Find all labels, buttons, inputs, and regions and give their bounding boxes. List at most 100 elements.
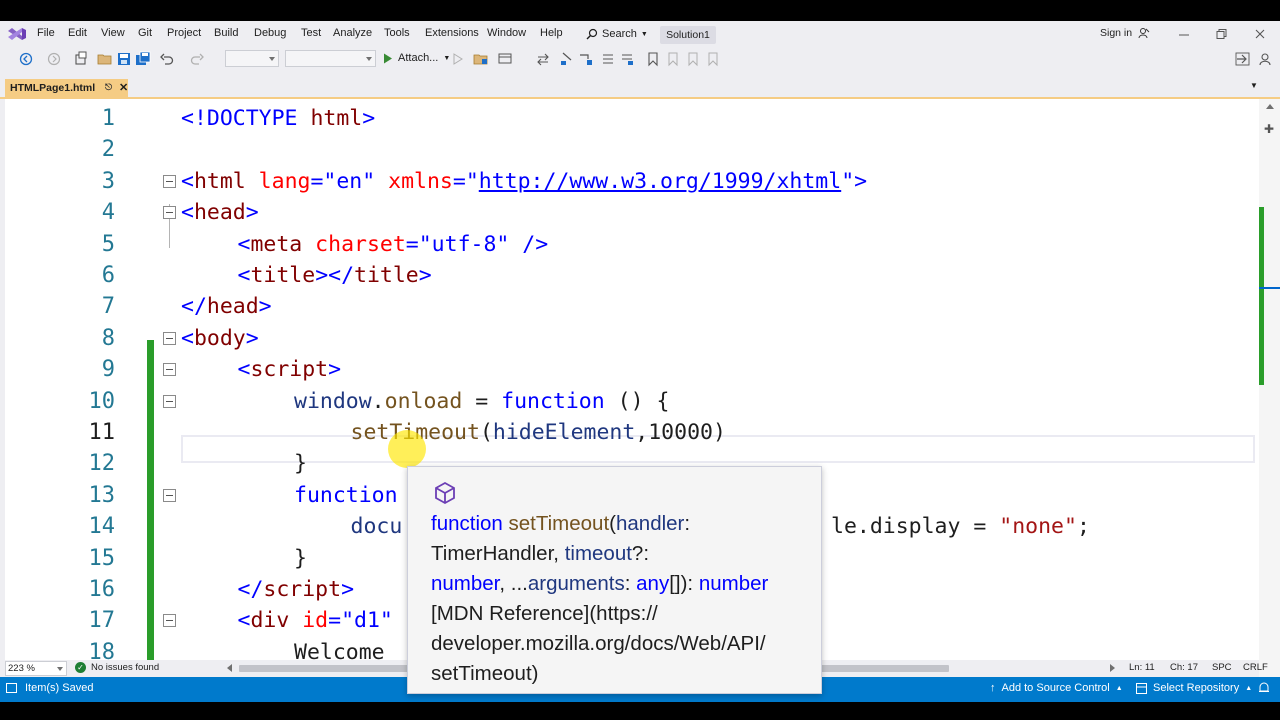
minimize-icon[interactable] <box>1177 27 1191 41</box>
line-number: 7 <box>101 294 115 320</box>
code-line[interactable]: 1 <!DOCTYPE html> <box>5 103 1259 134</box>
menu-help[interactable]: Help <box>540 27 563 39</box>
line-number: 3 <box>101 168 115 194</box>
code-token: < <box>237 357 251 383</box>
solution-platform-dropdown[interactable] <box>285 50 376 67</box>
vertical-scrollbar[interactable]: ✚ <box>1259 99 1280 681</box>
line-ending-indicator[interactable]: CRLF <box>1243 662 1268 673</box>
scroll-left-icon[interactable] <box>227 664 232 672</box>
browse-folder-icon[interactable] <box>473 51 489 67</box>
add-to-source-control-button[interactable]: ↑ Add to Source Control ▲ <box>990 682 1123 694</box>
collapse-region-icon[interactable] <box>163 206 176 220</box>
code-text: } <box>294 448 307 479</box>
spacing-indicator[interactable]: SPC <box>1212 662 1232 673</box>
line-number: 12 <box>88 451 116 477</box>
code-line[interactable]: 6 <title></title> <box>5 260 1259 291</box>
code-token: ></ <box>315 263 355 288</box>
solution-configuration-dropdown[interactable] <box>225 50 279 67</box>
code-line[interactable]: 7 </head> <box>5 291 1259 322</box>
menu-debug[interactable]: Debug <box>254 27 286 39</box>
collapse-region-icon[interactable] <box>163 174 176 188</box>
char-indicator[interactable]: Ch: 17 <box>1170 662 1198 673</box>
step-over-icon[interactable] <box>578 51 594 67</box>
code-token: () { <box>604 388 670 414</box>
redo-icon[interactable] <box>189 51 205 67</box>
save-icon[interactable] <box>116 51 132 67</box>
code-token: "> <box>841 168 868 194</box>
line-number: 6 <box>101 263 115 288</box>
live-share-icon[interactable] <box>1235 51 1251 67</box>
menu-window[interactable]: Window <box>487 27 526 39</box>
menu-git[interactable]: Git <box>138 27 152 39</box>
line-number-indicator[interactable]: Ln: 11 <box>1129 662 1155 673</box>
document-tab-htmlpage1[interactable]: HTMLPage1.html ⎋ ✕ <box>5 79 128 97</box>
close-window-icon[interactable] <box>1253 27 1267 41</box>
pin-tab-icon[interactable]: ⎋ <box>105 82 112 93</box>
account-settings-icon[interactable] <box>1138 27 1150 39</box>
menu-view[interactable]: View <box>101 27 125 39</box>
menu-edit[interactable]: Edit <box>68 27 87 39</box>
start-without-debugging-icon[interactable] <box>450 51 466 67</box>
menu-tools[interactable]: Tools <box>384 27 410 39</box>
code-text: <div id="d1" <box>238 605 393 636</box>
comment-lines-icon[interactable] <box>600 51 616 67</box>
menu-project[interactable]: Project <box>167 27 201 39</box>
previous-bookmark-icon[interactable] <box>665 51 681 67</box>
tab-overflow-icon[interactable]: ▼ <box>1250 81 1258 90</box>
open-folder-icon[interactable] <box>97 51 113 67</box>
attach-label: Attach... <box>398 52 439 64</box>
visual-studio-logo-icon[interactable] <box>7 26 27 42</box>
code-line[interactable]: 8 <body> <box>5 323 1259 354</box>
collapse-region-icon[interactable] <box>163 614 176 628</box>
code-text: <!DOCTYPE html> <box>181 103 375 134</box>
menu-extensions[interactable]: Extensions <box>425 27 479 39</box>
code-token: ="en" <box>310 168 376 194</box>
scroll-up-icon[interactable] <box>1266 104 1274 109</box>
admin-icon[interactable] <box>1257 51 1273 67</box>
sync-icon[interactable] <box>535 51 551 67</box>
code-token: charset <box>302 231 406 257</box>
line-number: 8 <box>101 325 115 351</box>
undo-icon[interactable] <box>159 51 175 67</box>
zoom-dropdown[interactable]: 223 % <box>5 661 67 676</box>
close-tab-icon[interactable]: ✕ <box>119 81 128 94</box>
attach-button[interactable]: Attach... ▼ <box>383 52 450 64</box>
step-into-icon[interactable] <box>559 51 575 67</box>
code-text: </head> <box>181 291 272 322</box>
navigate-back-icon[interactable] <box>18 51 34 67</box>
code-line[interactable]: 11setTimeout(hideElement,10000) <box>5 417 1259 448</box>
uncomment-lines-icon[interactable] <box>619 51 635 67</box>
search-button[interactable]: Search ▼ <box>586 25 648 43</box>
collapse-region-icon[interactable] <box>163 394 176 408</box>
menu-build[interactable]: Build <box>214 27 238 39</box>
next-bookmark-icon[interactable] <box>685 51 701 67</box>
standard-toolbar: Attach... ▼ <box>0 48 1280 70</box>
collapse-region-icon[interactable] <box>163 488 176 502</box>
issues-indicator[interactable]: ✓ No issues found <box>75 662 159 673</box>
collapse-region-icon[interactable] <box>163 331 176 345</box>
code-line[interactable]: 9 <script> <box>5 354 1259 385</box>
code-line[interactable]: 3 <html lang="en" xmlns="http://www.w3.or… <box>5 166 1259 197</box>
code-text: <html lang="en" xmlns="http://www.w3.org… <box>181 166 867 197</box>
select-repository-button[interactable]: Select Repository ▲ <box>1136 682 1252 694</box>
code-line[interactable]: 5 <meta charset="utf-8" /> <box>5 229 1259 260</box>
restore-icon[interactable] <box>1214 27 1228 41</box>
scroll-right-icon[interactable] <box>1110 664 1115 672</box>
new-project-icon[interactable] <box>73 51 89 67</box>
hot-reload-icon[interactable] <box>497 51 513 67</box>
menu-analyze[interactable]: Analyze <box>333 27 372 39</box>
save-all-icon[interactable] <box>135 51 151 67</box>
notification-bell-icon[interactable] <box>1258 682 1270 694</box>
bookmark-icon[interactable] <box>645 51 661 67</box>
code-line[interactable]: 2 <box>5 134 1259 165</box>
code-line[interactable]: 10 window.onload = function () { <box>5 386 1259 417</box>
qi-keyword: function <box>431 512 503 535</box>
navigate-forward-icon[interactable] <box>46 51 62 67</box>
code-line[interactable]: 4 <head> <box>5 197 1259 228</box>
collapse-region-icon[interactable] <box>163 363 176 377</box>
menu-test[interactable]: Test <box>301 27 321 39</box>
split-window-icon[interactable]: ✚ <box>1264 122 1274 136</box>
sign-in-link[interactable]: Sign in <box>1100 27 1132 39</box>
clear-bookmarks-icon[interactable] <box>705 51 721 67</box>
menu-file[interactable]: File <box>37 27 55 39</box>
